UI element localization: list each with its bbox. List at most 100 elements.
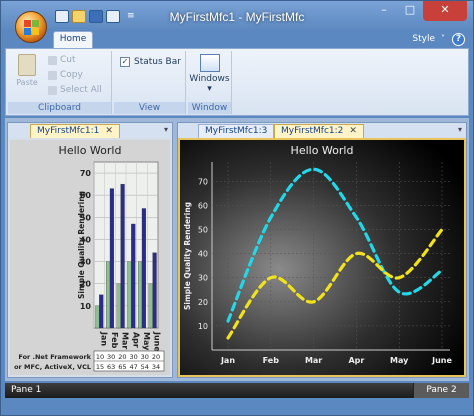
left-pane: MyFirstMfc1:1 ✕ ▾ Hello World 10 20 30 40 50 60…: [7, 122, 173, 378]
table-cell: 30: [129, 353, 137, 361]
cut-label: Cut: [60, 55, 76, 65]
x-tick-label: June: [431, 356, 452, 365]
chevron-down-icon[interactable]: ˅: [441, 34, 445, 43]
bar: [116, 283, 121, 329]
x-tick-label: Feb: [110, 332, 119, 349]
y-tick-label: 70: [80, 169, 92, 178]
bar: [106, 261, 111, 329]
minimize-button[interactable]: –: [371, 1, 397, 21]
tab-label: MyFirstMfc1:3: [205, 126, 268, 136]
tab-myfirstmfc1-2[interactable]: MyFirstMfc1:2 ✕: [274, 124, 364, 138]
x-tick-label: May: [390, 356, 409, 365]
maximize-button[interactable]: □: [397, 1, 423, 21]
x-tick-label: Jan: [220, 356, 235, 365]
bar: [141, 208, 146, 329]
copy-button[interactable]: Copy: [48, 70, 83, 80]
tab-home[interactable]: Home: [53, 31, 93, 48]
tab-myfirstmfc1-3[interactable]: MyFirstMfc1:3: [198, 124, 275, 138]
windows-dropdown-arrow: ▾: [207, 84, 212, 94]
x-tick-label: June: [153, 331, 162, 352]
view-group-label: View: [114, 102, 185, 114]
title-bar: ≡ MyFirstMfc1 - MyFirstMfc – □ ✕: [1, 1, 473, 31]
table-cell: 34: [152, 363, 160, 371]
close-tab-icon[interactable]: ✕: [349, 126, 357, 136]
window-group: Windows ▾ Window: [188, 51, 232, 114]
bar-chart: Hello World10203040506070Jan Feb Mar Apr May…: [10, 140, 170, 375]
view-group: ✓ Status Bar View: [114, 51, 186, 114]
left-chart-frame: Hello World 10 20 30 40 50 60 70 Jan Feb Mar Apr May…: [8, 138, 172, 377]
paste-button[interactable]: Paste: [14, 54, 40, 87]
app-window: ≡ MyFirstMfc1 - MyFirstMfc – □ ✕ Home St…: [0, 0, 474, 416]
status-pane-2: Pane 2: [413, 383, 469, 398]
tab-list-arrow[interactable]: ▾: [458, 125, 462, 134]
app-logo-icon: [24, 20, 40, 36]
table-cell: 30: [107, 353, 115, 361]
y-axis-label: Simple Quality Rendering: [77, 191, 86, 299]
status-bar-label: Status Bar: [134, 57, 181, 67]
close-button[interactable]: ✕: [423, 1, 467, 21]
table-cell: 63: [107, 363, 115, 371]
y-tick-label: 30: [198, 274, 208, 283]
table-cell: 30: [141, 353, 149, 361]
y-tick-label: 20: [198, 298, 208, 307]
table-cell: 15: [96, 363, 104, 371]
table-cell: 54: [141, 363, 149, 371]
paste-icon: [18, 54, 36, 76]
chart-background: [180, 140, 464, 375]
select-all-label: Select All: [60, 85, 102, 95]
right-pane: MyFirstMfc1:3 MyFirstMfc1:2 ✕ ▾ Hello Wor…: [177, 122, 467, 378]
clipboard-group-label: Clipboard: [8, 102, 111, 114]
windows-label: Windows: [189, 74, 230, 84]
copy-label: Copy: [60, 70, 83, 80]
bar: [148, 283, 153, 329]
ribbon-tab-row: Home Style ˅ ?: [1, 31, 473, 48]
windows-icon: [199, 54, 220, 72]
right-pane-tabs: MyFirstMfc1:3 MyFirstMfc1:2 ✕ ▾: [178, 123, 466, 138]
x-tick-label: Feb: [263, 356, 280, 365]
tab-myfirstmfc1-1[interactable]: MyFirstMfc1:1 ✕: [30, 124, 120, 138]
line-chart: Hello World 10 20 30 40 50 60 70 Jan Feb Mar Apr May…: [180, 140, 464, 375]
table-cell: 20: [152, 353, 160, 361]
tab-label: MyFirstMfc1:2: [281, 126, 344, 136]
status-pane-1: Pane 1: [11, 385, 42, 395]
style-menu[interactable]: Style: [412, 34, 435, 44]
ribbon-panel: Paste Cut Copy Select All Clipboard ✓ St…: [5, 48, 469, 116]
y-tick-label: 60: [198, 201, 208, 210]
cut-button[interactable]: Cut: [48, 55, 76, 65]
tab-list-arrow[interactable]: ▾: [164, 125, 168, 134]
y-tick-label: 10: [80, 302, 92, 311]
y-tick-label: 70: [198, 177, 208, 186]
paste-label: Paste: [16, 78, 38, 87]
bar: [99, 294, 104, 329]
status-bar: Pane 1 Pane 2: [5, 383, 469, 398]
bar: [95, 305, 100, 329]
application-button[interactable]: [15, 11, 47, 43]
series-name: or MFC, ActiveX, VCL: [14, 363, 91, 371]
help-button[interactable]: ?: [452, 33, 465, 46]
windows-button[interactable]: Windows ▾: [188, 54, 231, 94]
x-tick-label: May: [142, 332, 151, 351]
x-tick-label: Mar: [305, 356, 322, 365]
left-pane-tabs: MyFirstMfc1:1 ✕ ▾: [8, 123, 172, 138]
y-tick-label: 10: [198, 322, 208, 331]
status-bar-checkbox[interactable]: ✓ Status Bar: [120, 57, 181, 67]
mdi-client-area: MyFirstMfc1:1 ✕ ▾ Hello World 10 20 30 40 50 60…: [5, 118, 469, 381]
bar: [127, 261, 132, 329]
chart-title: Hello World: [291, 144, 354, 157]
bar: [131, 223, 136, 329]
series-name: For .Net Framework: [18, 353, 91, 361]
close-tab-icon[interactable]: ✕: [105, 126, 113, 136]
window-controls: – □ ✕: [371, 1, 467, 21]
select-all-button[interactable]: Select All: [48, 85, 102, 95]
bar: [120, 183, 125, 329]
x-tick-label: Jan: [99, 331, 108, 346]
clipboard-group: Paste Cut Copy Select All Clipboard: [8, 51, 112, 114]
table-cell: 65: [118, 363, 126, 371]
right-chart-frame: Hello World 10 20 30 40 50 60 70 Jan Feb Mar Apr May…: [178, 138, 466, 377]
table-cell: 20: [118, 353, 126, 361]
x-tick-label: Apr: [131, 332, 140, 348]
bar: [152, 252, 157, 329]
bar: [138, 261, 143, 329]
y-tick-label: 40: [198, 250, 208, 259]
bar: [109, 188, 114, 329]
